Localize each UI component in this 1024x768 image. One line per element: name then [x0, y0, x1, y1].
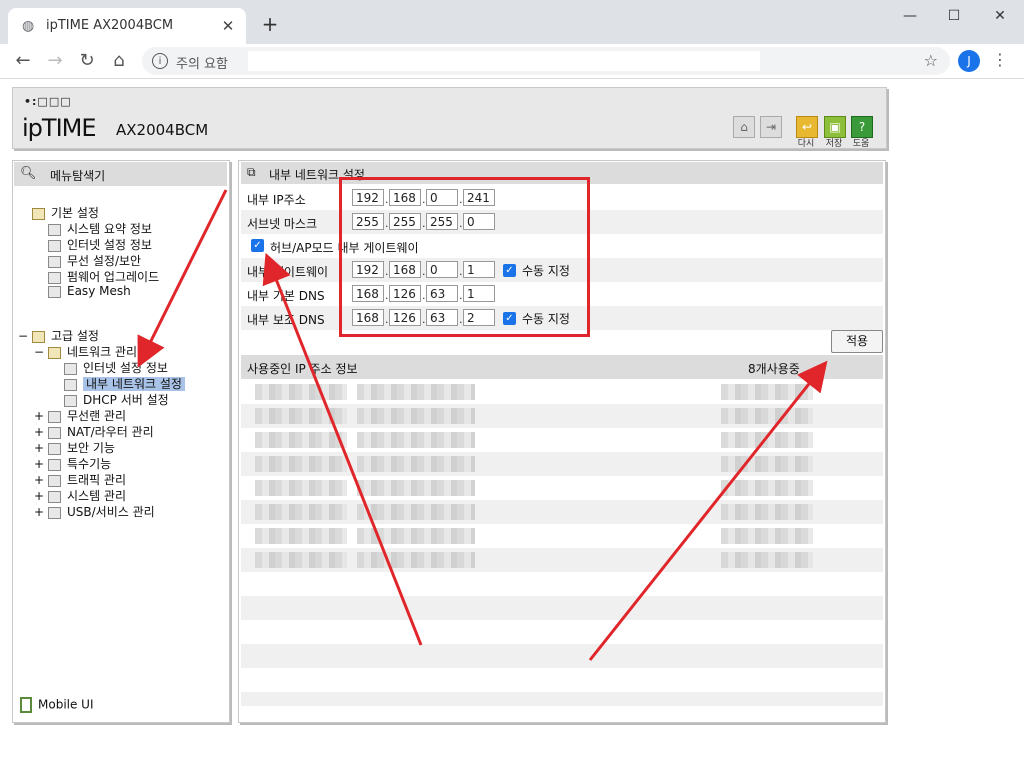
annotation-arrows — [137, 189, 828, 661]
arrow-to-used-count — [588, 360, 828, 661]
arrow-to-tree — [137, 189, 228, 368]
arrow-to-hub-checkbox — [262, 252, 423, 646]
